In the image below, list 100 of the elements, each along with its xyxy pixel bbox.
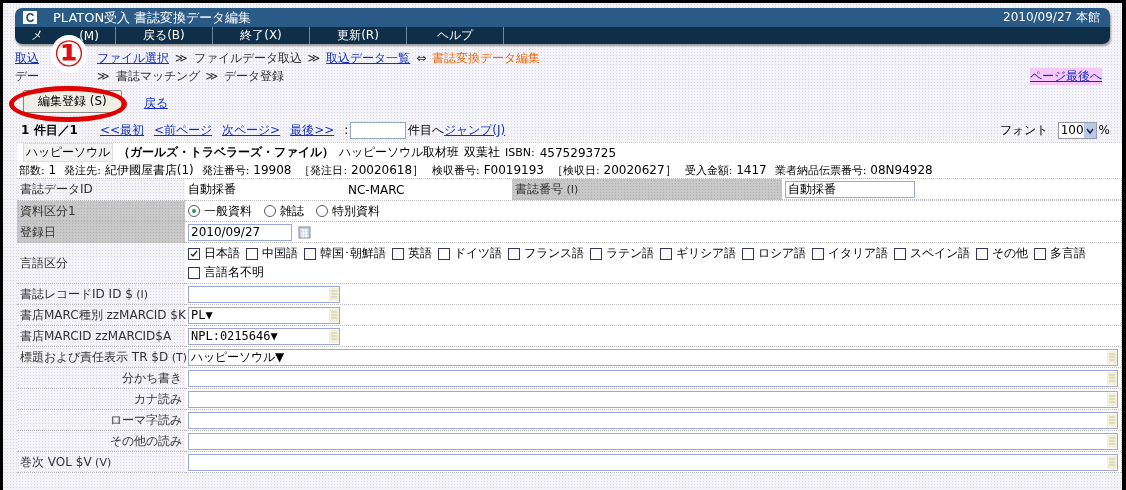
detail-label: 発注番号: — [201, 164, 250, 177]
checkbox[interactable] — [508, 247, 520, 260]
input-field[interactable]: 自動採番 — [785, 180, 915, 198]
field-label: ローマ字読み — [17, 410, 185, 431]
first-link[interactable]: <<最初 — [99, 121, 144, 139]
field-value: 自動採番 — [187, 181, 237, 198]
input-field[interactable]: ハッピーソウル▼ — [188, 348, 1118, 366]
field-label: 書誌データID — [17, 179, 185, 201]
detail-label: 受入金額: — [684, 164, 733, 177]
detail-label: ［発注日: — [299, 164, 348, 177]
input-field[interactable] — [188, 453, 1118, 471]
checkbox-option[interactable]: 韓国･朝鮮語 — [304, 245, 386, 262]
checkbox-option[interactable]: ラテン語 — [590, 245, 654, 262]
checkbox-option[interactable]: 英語 — [392, 245, 432, 262]
checkbox[interactable] — [188, 266, 200, 279]
detail-value: F0019193 — [483, 163, 544, 177]
checkbox[interactable] — [742, 247, 754, 260]
menu-item[interactable]: 更新(R) — [310, 27, 407, 44]
title-reading: ハッピーソウル — [23, 143, 113, 162]
input-field[interactable] — [188, 285, 340, 303]
checkbox[interactable] — [976, 247, 988, 260]
detail-label: ［検収日: — [552, 164, 600, 177]
step-label: ファイルデータ取込 — [193, 49, 302, 67]
prev-link[interactable]: <前ページ — [154, 121, 213, 139]
field-label: 言語区分 — [17, 243, 185, 284]
input-field[interactable] — [188, 411, 1118, 429]
checkbox[interactable] — [894, 247, 906, 260]
menu-item[interactable]: 戻る(B) — [116, 27, 213, 44]
record-count: 1 件目／1 — [21, 121, 78, 139]
checkbox[interactable] — [438, 247, 450, 260]
checkbox[interactable] — [392, 247, 404, 260]
detail-value: 08N94928 — [870, 163, 933, 177]
field-label: その他の読み — [17, 431, 185, 452]
radio-icon[interactable] — [264, 205, 276, 217]
checkbox[interactable] — [304, 247, 316, 260]
field-label: 巻次 VOL $V (V) — [17, 452, 185, 473]
checkbox-option[interactable]: スペイン語 — [894, 245, 970, 262]
field-label: 書誌レコードID ID $ (I) — [17, 284, 185, 305]
radio-option[interactable]: 特別資料 — [316, 202, 380, 220]
jump-field[interactable] — [350, 121, 407, 139]
checkbox-option[interactable]: イタリア語 — [812, 245, 888, 262]
field-label: 分かち書き — [17, 368, 185, 389]
percent-text: % — [1098, 123, 1110, 137]
caret-icon — [1083, 122, 1096, 138]
menu-item[interactable]: ヘルプ — [407, 27, 504, 44]
font-select[interactable]: 100 — [1057, 121, 1097, 139]
app-logo: C — [23, 11, 37, 24]
page-end-link[interactable]: ページ最後へ — [1030, 67, 1102, 85]
breadcrumb-link[interactable]: 取込 — [15, 49, 39, 67]
checkbox-option[interactable]: 言語名不明 — [188, 264, 264, 281]
field-label: カナ読み — [17, 389, 185, 410]
colon-text: : — [344, 123, 349, 137]
checkbox[interactable] — [188, 247, 200, 260]
checkbox-option[interactable]: ギリシア語 — [660, 245, 736, 262]
detail-label: 部数: — [19, 164, 45, 177]
menu-item[interactable]: 終了(X) — [213, 27, 310, 44]
radio-icon[interactable] — [316, 205, 328, 217]
checkbox[interactable] — [812, 247, 824, 260]
field-label: 書店MARCID zzMARCID$A — [17, 326, 185, 347]
checkbox[interactable] — [246, 247, 258, 260]
radio-icon[interactable] — [188, 205, 200, 217]
input-field[interactable] — [188, 432, 1118, 450]
source-text: NC-MARC — [347, 181, 406, 199]
checkbox[interactable] — [660, 247, 672, 260]
author-text: ハッピーソウル取材班 — [339, 144, 459, 161]
checkbox[interactable] — [590, 247, 602, 260]
date-text: 2010/09/27 本館 — [1003, 9, 1100, 26]
jump-label: 件目へ — [408, 121, 445, 139]
checkbox[interactable] — [1034, 247, 1046, 260]
input-field[interactable] — [188, 369, 1118, 387]
checkbox-option[interactable]: 中国語 — [246, 245, 298, 262]
field-label: 書誌番号 (I) — [512, 179, 782, 200]
input-field[interactable]: PL▼ — [188, 306, 340, 324]
jump-link[interactable]: ジャンプ(J) — [444, 121, 506, 139]
detail-label: 検収番号: — [432, 164, 480, 177]
isbn-label: ISBN: — [505, 146, 535, 159]
step-label: 書誌マッチング — [115, 67, 200, 85]
radio-option[interactable]: 雑誌 — [264, 202, 304, 220]
back-link[interactable]: 戻る — [143, 94, 168, 112]
checkbox-option[interactable]: ドイツ語 — [438, 245, 502, 262]
input-field[interactable]: NPL:0215646▼ — [188, 327, 340, 345]
date-field[interactable]: 2010/09/27 — [188, 223, 292, 241]
checkbox-option[interactable]: 日本語 — [188, 245, 240, 262]
window-title: PLATON受入 書誌変換データ編集 — [53, 8, 253, 27]
radio-option[interactable]: 一般資料 — [188, 202, 252, 220]
breadcrumb-link[interactable]: 取込データ一覧 — [326, 49, 411, 67]
input-field[interactable] — [188, 390, 1118, 408]
step-label: デー — [15, 67, 39, 85]
breadcrumb-link[interactable]: ファイル選択 — [97, 49, 169, 67]
field-label: 書店MARC種別 zzMARCID $K — [17, 305, 185, 326]
checkbox-option[interactable]: 多言語 — [1034, 245, 1086, 262]
last-link[interactable]: 最後>> — [290, 121, 335, 139]
detail-value: 1 — [48, 163, 57, 177]
field-label: 資料区分1 — [17, 201, 185, 222]
checkbox-option[interactable]: その他 — [976, 245, 1028, 262]
font-label: フォント — [999, 121, 1048, 139]
checkbox-option[interactable]: フランス語 — [508, 245, 584, 262]
checkbox-option[interactable]: ロシア語 — [742, 245, 806, 262]
detail-value: 19908 — [253, 163, 292, 177]
next-link[interactable]: 次ページ> — [222, 121, 281, 139]
